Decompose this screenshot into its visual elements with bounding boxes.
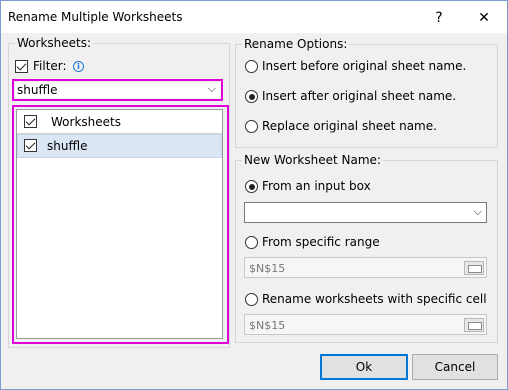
title-bar: Rename Multiple Worksheets ? ✕ bbox=[1, 1, 507, 33]
insert-before-radio[interactable] bbox=[245, 60, 258, 73]
rename-options-label: Rename Options: bbox=[242, 37, 350, 51]
worksheets-group-label: Worksheets: bbox=[15, 36, 94, 50]
cancel-button[interactable]: Cancel bbox=[412, 354, 498, 380]
select-all-checkbox[interactable] bbox=[24, 115, 37, 128]
info-icon[interactable]: i bbox=[73, 61, 84, 72]
from-input-radio[interactable] bbox=[245, 180, 258, 193]
name-input-dropdown[interactable]: ⌵ bbox=[244, 202, 487, 223]
list-item[interactable]: shuffle bbox=[17, 134, 222, 158]
cell-input-value: $N$15 bbox=[249, 319, 286, 332]
from-range-label[interactable]: From specific range bbox=[262, 235, 380, 249]
insert-after-label[interactable]: Insert after original sheet name. bbox=[262, 89, 456, 103]
from-input-label[interactable]: From an input box bbox=[262, 179, 371, 193]
replace-original-label[interactable]: Replace original sheet name. bbox=[262, 119, 437, 133]
filter-dropdown-value: shuffle bbox=[17, 83, 58, 97]
range-picker-icon bbox=[464, 261, 484, 275]
insert-before-label[interactable]: Insert before original sheet name. bbox=[262, 59, 466, 73]
list-item-label: shuffle bbox=[47, 139, 88, 153]
rename-worksheets-dialog: Rename Multiple Worksheets ? ✕ Worksheet… bbox=[0, 0, 508, 390]
new-name-group-label: New Worksheet Name: bbox=[242, 153, 383, 167]
filter-dropdown[interactable]: shuffle ⌵ bbox=[15, 82, 220, 98]
list-item-checkbox[interactable] bbox=[24, 139, 37, 152]
help-button[interactable]: ? bbox=[427, 7, 451, 29]
list-header-label: Worksheets bbox=[51, 115, 121, 129]
range-input-value: $N$15 bbox=[249, 262, 286, 275]
replace-original-radio[interactable] bbox=[245, 120, 258, 133]
chevron-down-icon: ⌵ bbox=[207, 82, 216, 95]
close-button[interactable]: ✕ bbox=[471, 7, 497, 29]
chevron-down-icon: ⌵ bbox=[473, 205, 482, 218]
from-range-radio[interactable] bbox=[245, 236, 258, 249]
filter-checkbox[interactable] bbox=[15, 60, 28, 73]
cell-input: $N$15 bbox=[244, 314, 487, 335]
from-cell-label[interactable]: Rename worksheets with specific cell bbox=[262, 292, 487, 306]
ok-button[interactable]: Ok bbox=[320, 354, 408, 380]
worksheet-list[interactable]: Worksheets shuffle bbox=[16, 109, 223, 339]
range-input: $N$15 bbox=[244, 257, 487, 278]
filter-label: Filter: bbox=[33, 59, 67, 73]
dialog-title: Rename Multiple Worksheets bbox=[8, 10, 183, 24]
from-cell-radio[interactable] bbox=[245, 293, 258, 306]
cell-picker-icon bbox=[464, 318, 484, 332]
list-header-row[interactable]: Worksheets bbox=[17, 110, 222, 134]
insert-after-radio[interactable] bbox=[245, 90, 258, 103]
